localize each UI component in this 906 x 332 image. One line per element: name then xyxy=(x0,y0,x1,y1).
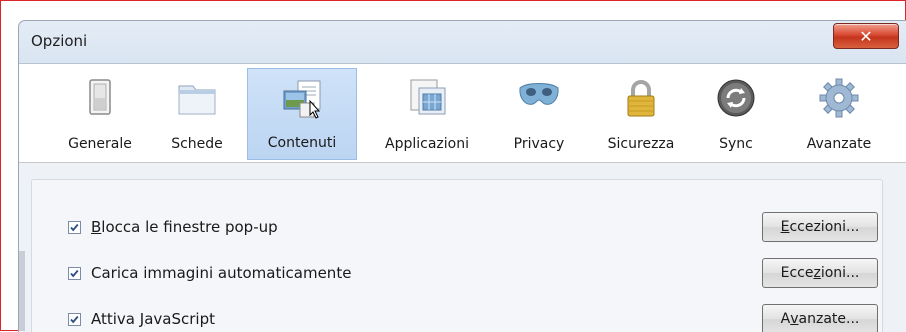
folder-tabs-icon xyxy=(175,76,219,120)
content-icon xyxy=(280,77,324,121)
javascript-advanced-button[interactable]: Av anzate... xyxy=(762,304,878,332)
load-images-row: Carica immagini automaticamente xyxy=(68,262,351,284)
load-images-checkbox[interactable] xyxy=(68,266,81,280)
scroll-strip xyxy=(19,251,25,331)
images-exceptions-button[interactable]: Ecce z ioni... xyxy=(762,258,878,288)
tab-privacy[interactable]: Privacy xyxy=(499,68,579,160)
tab-schede[interactable]: Schede xyxy=(157,68,237,160)
load-images-label[interactable]: Carica immagini automaticamente xyxy=(91,264,351,282)
mask-icon xyxy=(517,76,561,120)
check-icon xyxy=(70,269,79,277)
padlock-icon xyxy=(619,76,663,120)
options-dialog: Opzioni ✕ Generale Schede Contenuti Appl… xyxy=(18,20,906,332)
tab-sync[interactable]: Sync xyxy=(703,68,769,160)
category-toolbar: Generale Schede Contenuti Applicazioni P… xyxy=(19,64,906,163)
check-icon xyxy=(70,315,79,323)
block-popups-label[interactable]: Blocca le finestre pop-up xyxy=(91,218,278,236)
content-settings-panel: Blocca le finestre pop-up Eccezioni... C… xyxy=(31,179,883,332)
check-icon xyxy=(70,223,79,231)
switch-icon xyxy=(78,76,122,120)
tab-label: Applicazioni xyxy=(385,136,469,152)
enable-javascript-checkbox[interactable] xyxy=(68,312,81,326)
tab-label: Generale xyxy=(68,136,132,152)
close-icon: ✕ xyxy=(859,26,873,46)
gear-icon xyxy=(817,76,861,120)
tab-avanzate[interactable]: Avanzate xyxy=(791,68,887,160)
applications-icon xyxy=(405,76,449,120)
tab-label: Contenuti xyxy=(267,135,337,151)
popup-block-row: Blocca le finestre pop-up xyxy=(68,216,278,238)
tab-label: Avanzate xyxy=(806,136,872,152)
title-bar: Opzioni ✕ xyxy=(19,21,906,64)
tab-sicurezza[interactable]: Sicurezza xyxy=(593,68,689,160)
tab-label: Schede xyxy=(171,136,223,152)
enable-javascript-label[interactable]: Attiva JavaScript xyxy=(91,310,215,328)
tab-label: Sicurezza xyxy=(607,136,675,152)
window-title: Opzioni xyxy=(31,32,88,50)
tab-contenuti[interactable]: Contenuti xyxy=(247,68,357,160)
close-button[interactable]: ✕ xyxy=(833,23,899,49)
javascript-row: Attiva JavaScript xyxy=(68,308,215,330)
block-popups-checkbox[interactable] xyxy=(68,220,81,234)
tab-label: Sync xyxy=(719,136,753,152)
tab-generale[interactable]: Generale xyxy=(57,68,143,160)
popup-exceptions-button[interactable]: Eccezioni... xyxy=(762,212,878,242)
tab-applicazioni[interactable]: Applicazioni xyxy=(369,68,485,160)
tab-label: Privacy xyxy=(513,136,565,152)
sync-icon xyxy=(714,76,758,120)
